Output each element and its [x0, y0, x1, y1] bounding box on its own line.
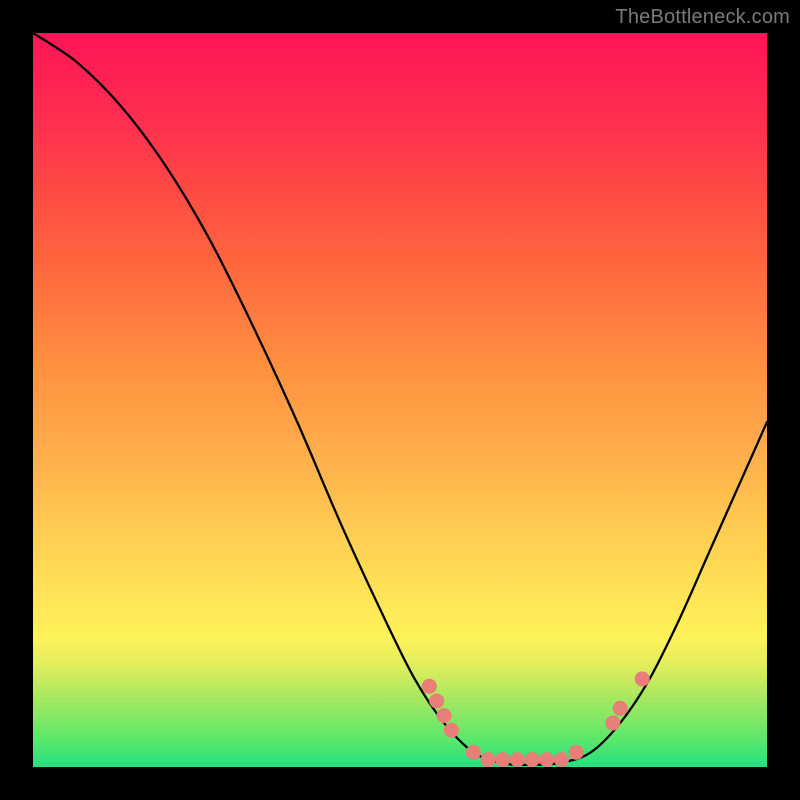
watermark-text: TheBottleneck.com	[615, 6, 790, 29]
data-point	[466, 745, 481, 760]
data-point	[422, 679, 437, 694]
data-point	[554, 752, 569, 767]
chart-stage: TheBottleneck.com	[0, 0, 800, 800]
data-point	[635, 671, 650, 686]
data-point	[525, 752, 540, 767]
data-point	[605, 715, 620, 730]
data-point	[429, 693, 444, 708]
data-point	[481, 752, 496, 767]
data-point	[539, 752, 554, 767]
bottleneck-curve	[33, 33, 767, 765]
chart-svg	[33, 33, 767, 767]
data-point	[444, 723, 459, 738]
data-point	[437, 708, 452, 723]
data-point	[569, 745, 584, 760]
data-point	[613, 701, 628, 716]
plot-area	[33, 33, 767, 767]
data-point	[495, 752, 510, 767]
data-points-group	[422, 671, 650, 767]
data-point	[510, 752, 525, 767]
